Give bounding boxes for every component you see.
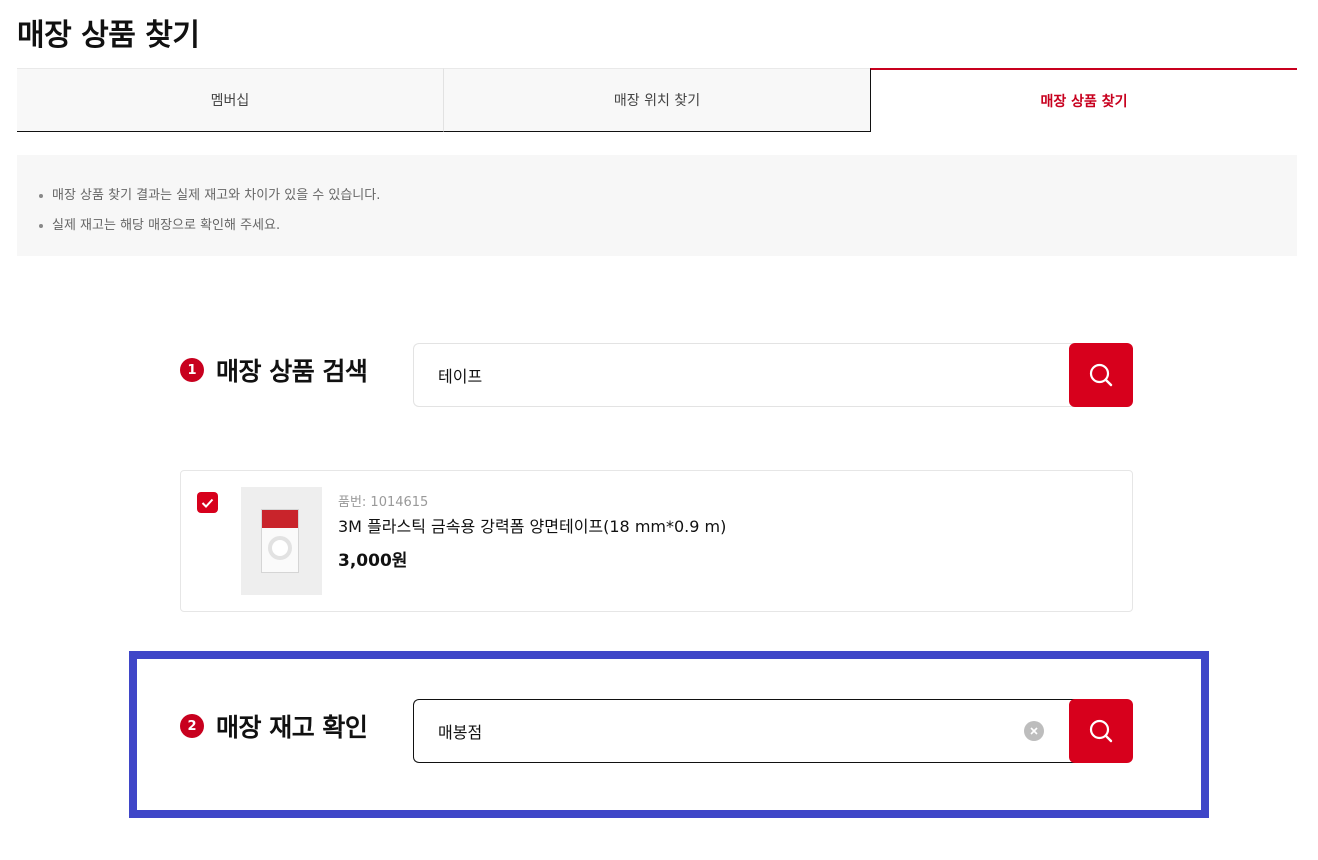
search-icon xyxy=(1089,363,1113,387)
checkmark-icon xyxy=(201,498,214,508)
tape-package-image xyxy=(261,509,299,573)
step-product-search-heading: 1 매장 상품 검색 xyxy=(180,352,368,388)
product-search-input[interactable]: 테이프 xyxy=(413,343,1077,407)
clear-input-button[interactable] xyxy=(1024,721,1044,741)
product-thumbnail xyxy=(241,487,322,595)
store-search-box: 매봉점 xyxy=(413,699,1133,763)
step-number-badge: 1 xyxy=(180,358,204,382)
store-search-input[interactable]: 매봉점 xyxy=(413,699,1077,763)
step-number-badge: 2 xyxy=(180,714,204,738)
product-select-checkbox[interactable] xyxy=(197,492,218,513)
bullet-icon xyxy=(39,224,43,228)
step-label: 매장 재고 확인 xyxy=(216,713,368,742)
tab-membership[interactable]: 멤버십 xyxy=(17,68,443,132)
tab-store-product-search[interactable]: 매장 상품 찾기 xyxy=(870,68,1297,132)
tab-store-location[interactable]: 매장 위치 찾기 xyxy=(443,68,870,132)
step-stock-check-heading: 2 매장 재고 확인 xyxy=(180,708,368,744)
notice-text: 실제 재고는 해당 매장으로 확인해 주세요. xyxy=(52,218,281,233)
product-search-button[interactable] xyxy=(1069,343,1133,407)
notice-text: 매장 상품 찾기 결과는 실제 재고와 차이가 있을 수 있습니다. xyxy=(52,188,381,203)
bullet-icon xyxy=(39,194,43,198)
notice-item: 매장 상품 찾기 결과는 실제 재고와 차이가 있을 수 있습니다. xyxy=(39,181,1275,211)
tab-bar: 멤버십 매장 위치 찾기 매장 상품 찾기 xyxy=(17,68,1297,132)
store-search-button[interactable] xyxy=(1069,699,1133,763)
product-code: 품번: 1014615 xyxy=(338,495,429,510)
notice-item: 실제 재고는 해당 매장으로 확인해 주세요. xyxy=(39,211,1275,241)
product-price: 3,000원 xyxy=(338,551,408,571)
page-title: 매장 상품 찾기 xyxy=(17,18,200,53)
product-name: 3M 플라스틱 금속용 강력폼 양면테이프(18 mm*0.9 m) xyxy=(338,517,727,536)
close-icon xyxy=(1030,727,1038,735)
product-search-box: 테이프 xyxy=(413,343,1133,407)
product-result-card[interactable]: 품번: 1014615 3M 플라스틱 금속용 강력폼 양면테이프(18 mm*… xyxy=(180,470,1133,612)
step-label: 매장 상품 검색 xyxy=(216,357,368,386)
notice-box: 매장 상품 찾기 결과는 실제 재고와 차이가 있을 수 있습니다. 실제 재고… xyxy=(17,155,1297,256)
search-icon xyxy=(1089,719,1113,743)
